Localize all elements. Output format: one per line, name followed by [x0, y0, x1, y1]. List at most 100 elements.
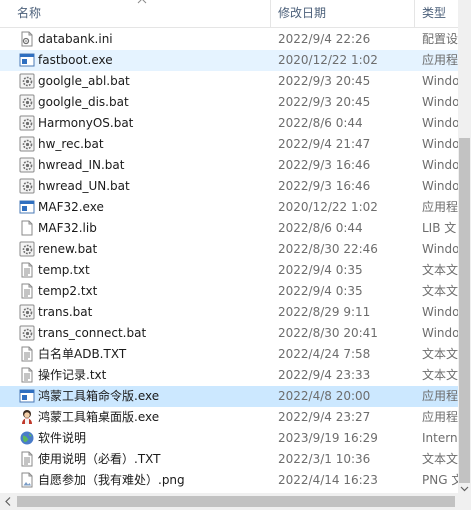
file-row[interactable]: 使用说明（必看）.TXT 2022/3/1 10:36 文本文 [0, 449, 458, 470]
column-header-type[interactable]: 类型 [422, 0, 458, 27]
text-file-icon [19, 367, 35, 383]
file-type: Windo [422, 95, 458, 109]
vertical-scrollbar-thumb[interactable] [459, 138, 470, 483]
file-row[interactable]: goolgle_dis.bat 2022/9/3 20:45 Windo [0, 92, 458, 113]
file-row[interactable]: 软件说明 2023/9/19 16:29 Intern [0, 428, 458, 449]
column-header-bar: 名称 修改日期 类型 [0, 0, 458, 28]
file-type: Windo [422, 305, 458, 319]
file-name: trans.bat [38, 305, 93, 319]
file-name: MAF32.exe [38, 200, 104, 214]
file-modified-date: 2022/9/4 22:26 [278, 32, 371, 46]
file-type: Windo [422, 242, 458, 256]
file-name: renew.bat [38, 242, 98, 256]
file-name: hwread_UN.bat [38, 179, 130, 193]
file-modified-date: 2022/9/3 20:45 [278, 74, 371, 88]
file-name: HarmonyOS.bat [38, 116, 134, 130]
file-row[interactable]: 白名单ADB.TXT 2022/4/24 7:58 文本文 [0, 344, 458, 365]
file-type: 配置设 [422, 32, 458, 46]
file-modified-date: 2023/9/19 16:29 [278, 431, 378, 445]
file-row[interactable]: goolgle_abl.bat 2022/9/3 20:45 Windo [0, 71, 458, 92]
file-type: Windo [422, 179, 458, 193]
file-modified-date: 2022/9/3 16:46 [278, 179, 371, 193]
file-name: hw_rec.bat [38, 137, 104, 151]
horizontal-scrollbar-thumb[interactable] [17, 496, 455, 507]
file-row[interactable]: hwread_IN.bat 2022/9/3 16:46 Windo [0, 155, 458, 176]
file-name: goolgle_dis.bat [38, 95, 129, 109]
file-type: Windo [422, 74, 458, 88]
file-name: goolgle_abl.bat [38, 74, 130, 88]
file-row[interactable]: hwread_UN.bat 2022/9/3 16:46 Windo [0, 176, 458, 197]
column-header-date[interactable]: 修改日期 [278, 0, 410, 27]
file-type: 应用程 [422, 53, 458, 67]
file-row[interactable]: databank.ini 2022/9/4 22:26 配置设 [0, 29, 458, 50]
bat-gear-icon [19, 73, 35, 89]
file-modified-date: 2020/12/22 1:02 [278, 53, 378, 67]
file-row[interactable]: renew.bat 2022/8/30 22:46 Windo [0, 239, 458, 260]
file-modified-date: 2022/9/4 0:35 [278, 284, 363, 298]
file-row[interactable]: temp2.txt 2022/9/4 0:35 文本文 [0, 281, 458, 302]
scroll-down-button[interactable] [459, 483, 470, 493]
file-type: Intern [422, 431, 458, 445]
text-file-icon [19, 283, 35, 299]
bat-gear-icon [19, 136, 35, 152]
bat-gear-icon [19, 178, 35, 194]
bat-gear-icon [19, 157, 35, 173]
bat-gear-icon [19, 115, 35, 131]
exe-app-icon [19, 388, 35, 404]
file-modified-date: 2022/9/3 16:46 [278, 158, 371, 172]
file-row[interactable]: 鸿蒙工具箱命令版.exe 2022/4/8 20:00 应用程 [0, 386, 458, 407]
file-modified-date: 2022/9/4 23:27 [278, 410, 371, 424]
file-name: 自愿参加（我有难处）.png [38, 473, 185, 487]
column-resize-handle[interactable] [414, 0, 415, 27]
file-row[interactable]: 操作记录.txt 2022/9/4 23:33 文本文 [0, 365, 458, 386]
file-modified-date: 2022/9/4 0:35 [278, 263, 363, 277]
file-row[interactable]: fastboot.exe 2020/12/22 1:02 应用程 [0, 50, 458, 71]
file-modified-date: 2020/12/22 1:02 [278, 200, 378, 214]
column-resize-handle[interactable] [270, 0, 271, 27]
column-header-name[interactable]: 名称 [17, 0, 267, 27]
file-modified-date: 2022/9/3 20:45 [278, 95, 371, 109]
file-row[interactable]: 自愿参加（我有难处）.png 2022/4/14 16:23 PNG 文 [0, 470, 458, 491]
file-type: Windo [422, 137, 458, 151]
file-modified-date: 2022/9/4 23:33 [278, 368, 371, 382]
bat-gear-icon [19, 304, 35, 320]
exe-app-icon [19, 52, 35, 68]
file-row[interactable]: HarmonyOS.bat 2022/8/6 0:44 Windo [0, 113, 458, 134]
file-name: temp.txt [38, 263, 90, 277]
file-type: 文本文 [422, 263, 458, 277]
file-name: hwread_IN.bat [38, 158, 125, 172]
file-type: 文本文 [422, 368, 458, 382]
file-row[interactable]: trans_connect.bat 2022/8/30 20:41 Windo [0, 323, 458, 344]
bat-gear-icon [19, 325, 35, 341]
file-row[interactable]: 鸿蒙工具箱桌面版.exe 2022/9/4 23:27 应用程 [0, 407, 458, 428]
file-name: databank.ini [38, 32, 113, 46]
scroll-left-button[interactable] [0, 493, 16, 510]
file-name: 使用说明（必看）.TXT [38, 452, 161, 466]
file-name: 操作记录.txt [38, 368, 107, 382]
file-modified-date: 2022/8/6 0:44 [278, 221, 363, 235]
file-modified-date: 2022/4/8 20:00 [278, 389, 371, 403]
file-list: databank.ini 2022/9/4 22:26 配置设 fastboot.ex… [0, 29, 458, 491]
file-type: LIB 文 [422, 221, 457, 235]
file-type: Windo [422, 326, 458, 340]
file-modified-date: 2022/8/6 0:44 [278, 116, 363, 130]
exe-app-icon [19, 199, 35, 215]
file-row[interactable]: hw_rec.bat 2022/9/4 21:47 Windo [0, 134, 458, 155]
image-file-icon [19, 472, 35, 488]
internet-shortcut-icon [19, 430, 35, 446]
text-file-icon [19, 346, 35, 362]
file-row[interactable]: temp.txt 2022/9/4 0:35 文本文 [0, 260, 458, 281]
file-type: 应用程 [422, 389, 458, 403]
bat-gear-icon [19, 94, 35, 110]
file-row[interactable]: MAF32.lib 2022/8/6 0:44 LIB 文 [0, 218, 458, 239]
file-type: 文本文 [422, 284, 458, 298]
ini-settings-icon [19, 31, 35, 47]
file-name: temp2.txt [38, 284, 98, 298]
file-type: 应用程 [422, 410, 458, 424]
file-row[interactable]: MAF32.exe 2020/12/22 1:02 应用程 [0, 197, 458, 218]
file-modified-date: 2022/8/30 20:41 [278, 326, 378, 340]
file-type: Windo [422, 116, 458, 130]
text-file-icon [19, 451, 35, 467]
file-row[interactable]: trans.bat 2022/8/29 9:11 Windo [0, 302, 458, 323]
file-name: 软件说明 [38, 431, 87, 445]
